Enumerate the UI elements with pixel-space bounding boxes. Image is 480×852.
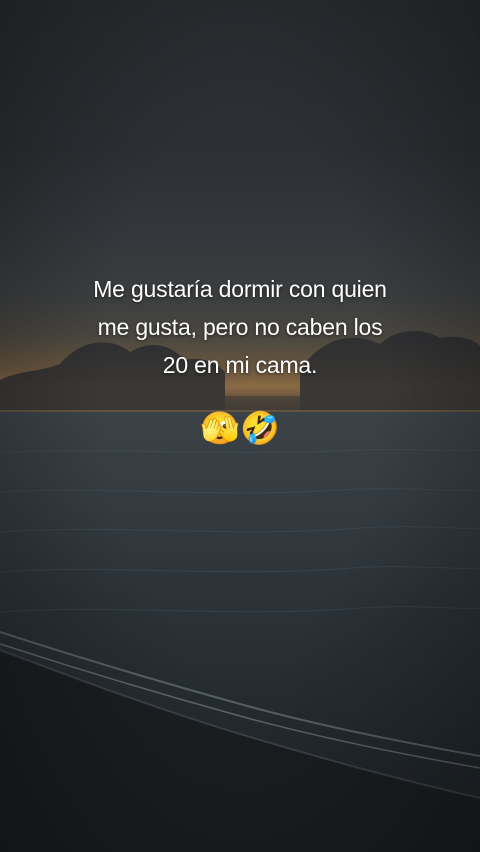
emoji-reaction: 🫣🤣 [200,409,280,447]
wet-sand-shore [0,649,480,852]
caption-text: Me gustaría dormir con quien me gusta, p… [93,276,387,378]
video-frame[interactable]: Me gustaría dormir con quien me gusta, p… [0,0,480,852]
